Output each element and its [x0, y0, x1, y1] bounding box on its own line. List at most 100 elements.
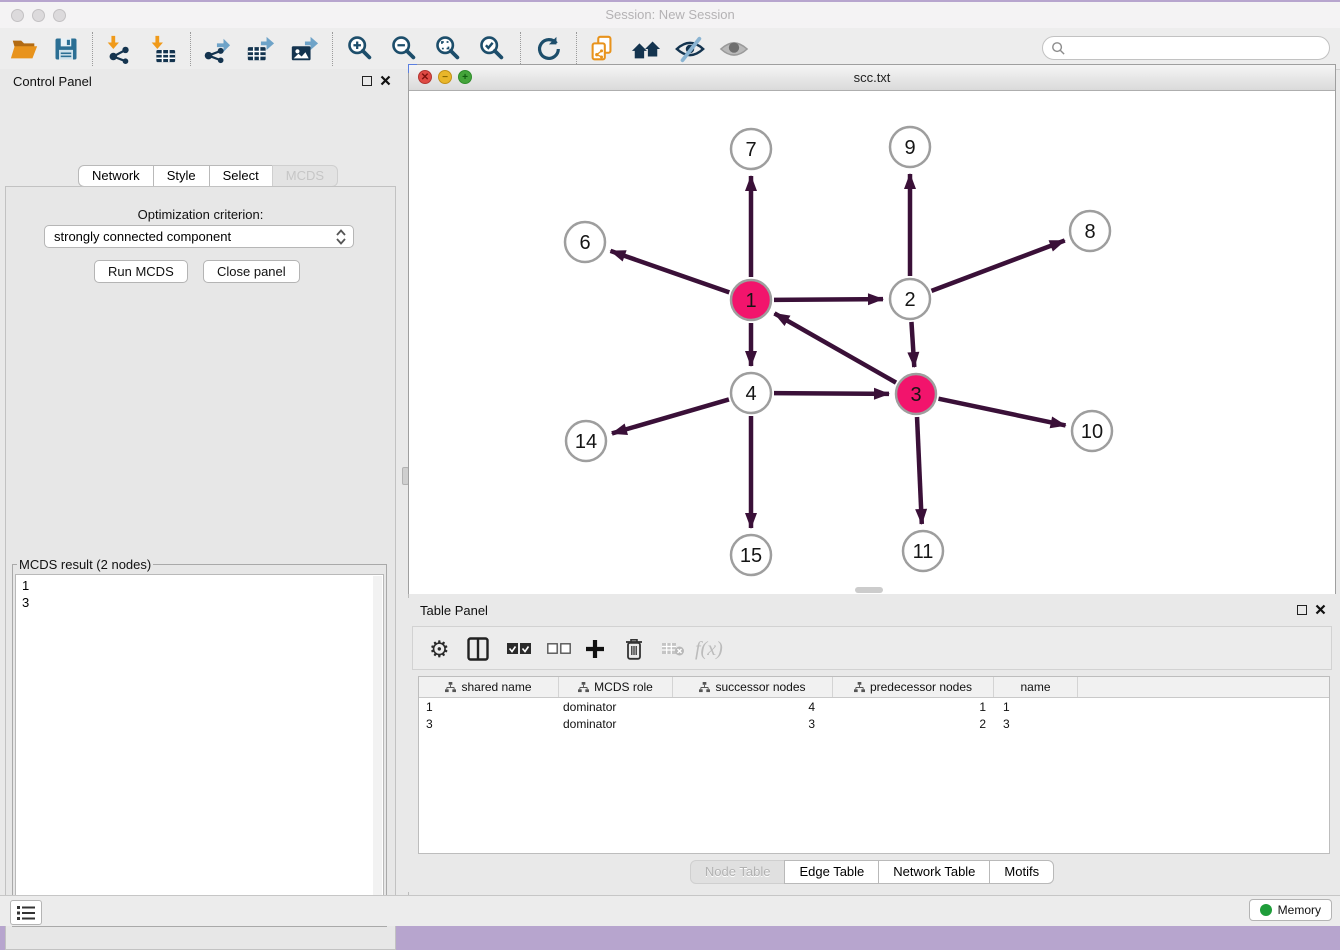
- memory-button[interactable]: Memory: [1249, 899, 1332, 921]
- control-panel: Control Panel Network Style Select MCDS …: [0, 69, 401, 895]
- tab-motifs[interactable]: Motifs: [989, 860, 1054, 884]
- column-header-shared-name[interactable]: shared name: [419, 677, 559, 697]
- tab-mcds[interactable]: MCDS: [272, 165, 338, 187]
- list-icon: [17, 906, 35, 920]
- column-layout-icon[interactable]: [467, 634, 489, 664]
- import-table-icon[interactable]: [146, 33, 178, 65]
- zoom-in-icon[interactable]: [344, 33, 376, 65]
- toolbar-separator: [92, 32, 93, 66]
- graph-node-label-7: 7: [745, 139, 756, 161]
- open-file-icon[interactable]: [8, 33, 40, 65]
- app-title: Session: New Session: [0, 2, 1340, 28]
- select-all-icon[interactable]: [507, 634, 531, 664]
- export-table-icon[interactable]: [244, 33, 276, 65]
- node-table[interactable]: shared name MCDS role successor nodes pr…: [418, 676, 1330, 854]
- toolbar-separator: [520, 32, 521, 66]
- criterion-value: strongly connected component: [54, 229, 231, 244]
- column-header-successor-nodes[interactable]: successor nodes: [673, 677, 833, 697]
- toolbar-separator: [190, 32, 191, 66]
- graph-edge-1-2[interactable]: [774, 299, 883, 300]
- float-panel-icon[interactable]: [362, 76, 372, 86]
- control-panel-title: Control Panel: [13, 74, 92, 89]
- tab-select[interactable]: Select: [209, 165, 273, 187]
- zoom-selected-icon[interactable]: [476, 33, 508, 65]
- status-bar: Memory: [0, 895, 1340, 926]
- criterion-dropdown[interactable]: strongly connected component: [44, 225, 354, 248]
- hierarchy-icon: [699, 682, 710, 693]
- duplicate-network-icon[interactable]: [586, 33, 618, 65]
- close-panel-button[interactable]: Close panel: [203, 260, 300, 283]
- zoom-window-button[interactable]: [53, 9, 66, 22]
- window-controls: [11, 9, 66, 22]
- graph-edge-2-3[interactable]: [911, 322, 914, 367]
- tab-node-table[interactable]: Node Table: [690, 860, 786, 884]
- search-box[interactable]: [1042, 36, 1330, 60]
- export-image-icon[interactable]: [288, 33, 320, 65]
- result-line: 1: [22, 577, 383, 594]
- first-neighbors-icon[interactable]: [630, 33, 662, 65]
- zoom-out-icon[interactable]: [388, 33, 420, 65]
- network-canvas[interactable]: 7968124314101511: [409, 91, 1335, 594]
- save-session-icon[interactable]: [50, 33, 82, 65]
- tab-network-table[interactable]: Network Table: [878, 860, 990, 884]
- graph-node-label-10: 10: [1081, 421, 1103, 443]
- close-window-button[interactable]: [11, 9, 24, 22]
- graph-edge-3-1[interactable]: [774, 313, 896, 382]
- delete-column-icon[interactable]: [625, 634, 643, 664]
- graph-edge-2-8[interactable]: [932, 241, 1065, 291]
- graph-edge-4-14[interactable]: [612, 399, 729, 433]
- mcds-tab-content: Optimization criterion: strongly connect…: [5, 186, 396, 950]
- export-network-icon[interactable]: [200, 33, 232, 65]
- column-header-mcds-role[interactable]: MCDS role: [559, 677, 673, 697]
- mcds-result-legend: MCDS result (2 nodes): [17, 557, 153, 572]
- deselect-all-icon[interactable]: [547, 634, 571, 664]
- tab-style[interactable]: Style: [153, 165, 210, 187]
- close-table-panel-icon[interactable]: [1315, 604, 1326, 615]
- table-row[interactable]: 1 dominator 4 1 1: [419, 698, 1329, 715]
- hierarchy-icon: [578, 682, 589, 693]
- mcds-result-box: MCDS result (2 nodes) 1 3: [12, 557, 387, 927]
- hierarchy-icon: [854, 682, 865, 693]
- delete-table-icon[interactable]: [661, 634, 685, 664]
- network-close-button[interactable]: ✕: [418, 70, 432, 84]
- show-all-icon[interactable]: [718, 33, 750, 65]
- task-history-button[interactable]: [10, 900, 42, 925]
- add-column-icon[interactable]: [585, 634, 605, 664]
- table-row[interactable]: 3 dominator 3 2 3: [419, 715, 1329, 732]
- float-table-panel-icon[interactable]: [1297, 605, 1307, 615]
- tab-network[interactable]: Network: [78, 165, 154, 187]
- graph-node-label-6: 6: [579, 232, 590, 254]
- toolbar-separator: [332, 32, 333, 66]
- search-input[interactable]: [1071, 38, 1329, 58]
- gear-icon[interactable]: ⚙: [429, 634, 450, 664]
- network-view-window: ✕ − + scc.txt 7968124314101511: [408, 64, 1336, 594]
- network-titlebar[interactable]: ✕ − + scc.txt: [409, 65, 1335, 91]
- result-scrollbar[interactable]: [373, 576, 382, 922]
- network-graph[interactable]: 7968124314101511: [409, 91, 1335, 594]
- close-panel-icon[interactable]: [380, 75, 391, 86]
- network-minimize-button[interactable]: −: [438, 70, 452, 84]
- network-title: scc.txt: [409, 65, 1335, 90]
- function-builder-icon[interactable]: f(x): [695, 634, 723, 664]
- column-header-predecessor-nodes[interactable]: predecessor nodes: [833, 677, 994, 697]
- refresh-icon[interactable]: [532, 33, 564, 65]
- graph-edge-4-3[interactable]: [774, 393, 889, 394]
- search-icon: [1051, 41, 1066, 56]
- graph-node-label-3: 3: [910, 384, 921, 406]
- graph-edge-3-10[interactable]: [939, 399, 1066, 426]
- network-maximize-button[interactable]: +: [458, 70, 472, 84]
- table-panel-title: Table Panel: [420, 603, 488, 618]
- tab-edge-table[interactable]: Edge Table: [784, 860, 879, 884]
- canvas-hscrollbar[interactable]: [855, 587, 883, 593]
- column-header-name[interactable]: name: [994, 677, 1078, 697]
- run-mcds-button[interactable]: Run MCDS: [94, 260, 188, 283]
- zoom-fit-icon[interactable]: [432, 33, 464, 65]
- mcds-result-text[interactable]: 1 3: [15, 574, 384, 924]
- graph-node-label-1: 1: [745, 290, 756, 312]
- import-network-icon[interactable]: [102, 33, 134, 65]
- hide-selected-icon[interactable]: [674, 33, 706, 65]
- graph-node-label-4: 4: [745, 383, 756, 405]
- graph-edge-1-6[interactable]: [610, 251, 729, 293]
- minimize-window-button[interactable]: [32, 9, 45, 22]
- graph-edge-3-11[interactable]: [917, 417, 922, 524]
